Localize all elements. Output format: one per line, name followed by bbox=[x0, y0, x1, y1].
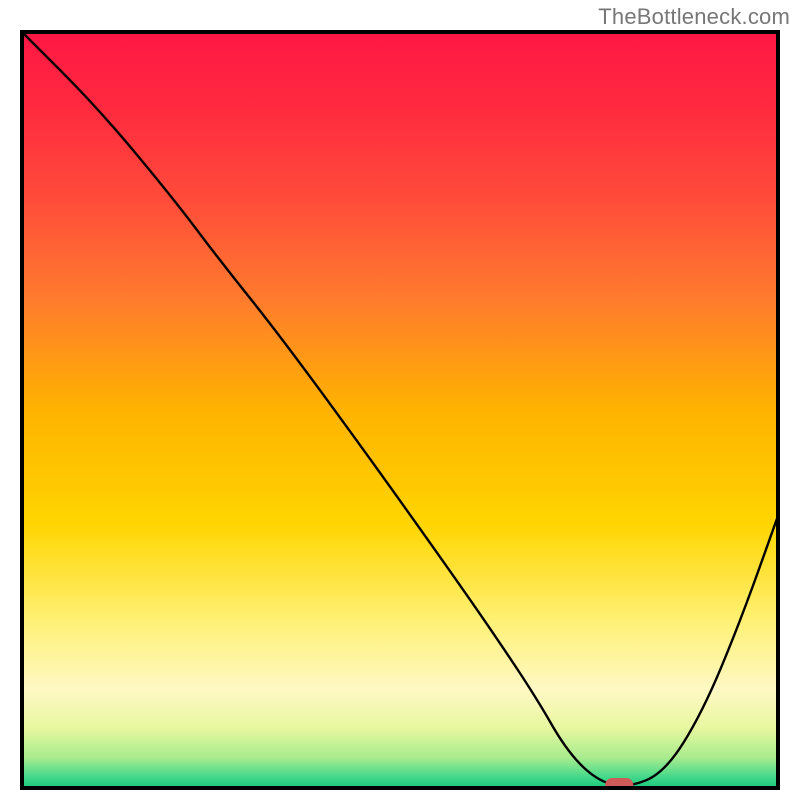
bottleneck-plot bbox=[20, 30, 780, 790]
gradient-background bbox=[22, 32, 778, 788]
watermark-text: TheBottleneck.com bbox=[598, 4, 790, 30]
stage: TheBottleneck.com bbox=[0, 0, 800, 800]
